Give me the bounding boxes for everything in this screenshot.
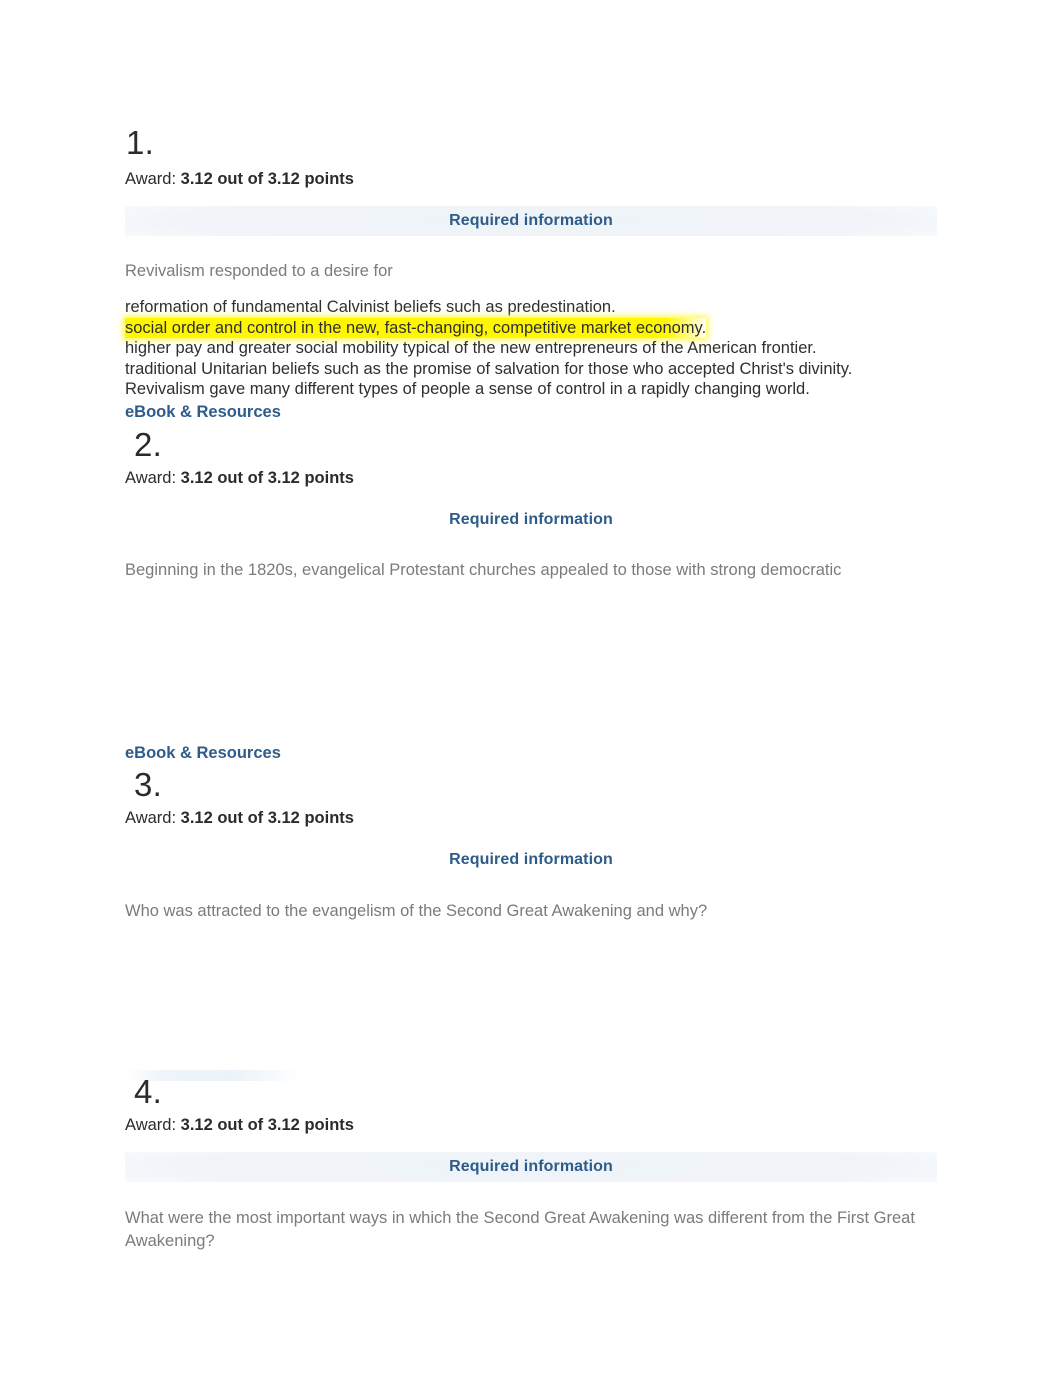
question-number-1: 1. (126, 124, 155, 161)
answer-option[interactable]: reformation of fundamental Calvinist bel… (125, 297, 985, 318)
required-information-band-3: Required information (125, 845, 937, 875)
ebook-resources-link-1[interactable]: eBook & Resources (125, 403, 281, 422)
answer-option-text: reformation of fundamental Calvinist bel… (125, 298, 616, 316)
ebook-resources-link-2[interactable]: eBook & Resources (125, 744, 281, 763)
answer-option[interactable]: higher pay and greater social mobility t… (125, 338, 985, 359)
award-label-3: Award: (125, 809, 177, 827)
required-information-label-3: Required information (449, 851, 613, 868)
answer-option-text-highlighted: social order and control in the new, fas… (125, 317, 707, 338)
required-information-band-1: Required information (125, 206, 937, 236)
answer-option-selected[interactable]: social order and control in the new, fas… (125, 317, 985, 339)
award-label-4: Award: (125, 1116, 177, 1134)
required-information-band-4: Required information (125, 1152, 937, 1182)
question-number-2: 2. (134, 426, 163, 463)
question-prompt-3: Who was attracted to the evangelism of t… (125, 902, 708, 920)
answer-options-1: reformation of fundamental Calvinist bel… (125, 297, 985, 400)
answer-option[interactable]: Revivalism gave many different types of … (125, 379, 985, 400)
award-value-2: 3.12 out of 3.12 points (180, 469, 354, 487)
award-line-2: Award: 3.12 out of 3.12 points (125, 469, 354, 489)
award-label-2: Award: (125, 469, 177, 487)
required-information-band-2: Required information (125, 505, 937, 535)
answer-option[interactable]: traditional Unitarian beliefs such as th… (125, 359, 985, 380)
award-line-1: Award: 3.12 out of 3.12 points (125, 170, 354, 190)
required-information-label-4: Required information (449, 1158, 613, 1175)
award-value-1: 3.12 out of 3.12 points (180, 170, 354, 188)
document-page: 1. Award: 3.12 out of 3.12 points Requir… (0, 0, 1062, 1377)
award-line-4: Award: 3.12 out of 3.12 points (125, 1116, 354, 1136)
award-label-1: Award: (125, 170, 177, 188)
award-line-3: Award: 3.12 out of 3.12 points (125, 809, 354, 829)
question-prompt-1: Revivalism responded to a desire for (125, 262, 393, 280)
question-prompt-2: Beginning in the 1820s, evangelical Prot… (125, 561, 842, 579)
question-number-4: 4. (134, 1073, 163, 1110)
required-information-label-1: Required information (449, 212, 613, 229)
question-number-3: 3. (134, 766, 163, 803)
award-value-3: 3.12 out of 3.12 points (180, 809, 354, 827)
required-information-label-2: Required information (449, 511, 613, 528)
answer-option-text: higher pay and greater social mobility t… (125, 339, 817, 357)
answer-option-text: traditional Unitarian beliefs such as th… (125, 359, 853, 378)
award-value-4: 3.12 out of 3.12 points (180, 1116, 354, 1134)
answer-option-text: Revivalism gave many different types of … (125, 380, 810, 398)
question-prompt-4: What were the most important ways in whi… (125, 1209, 915, 1250)
